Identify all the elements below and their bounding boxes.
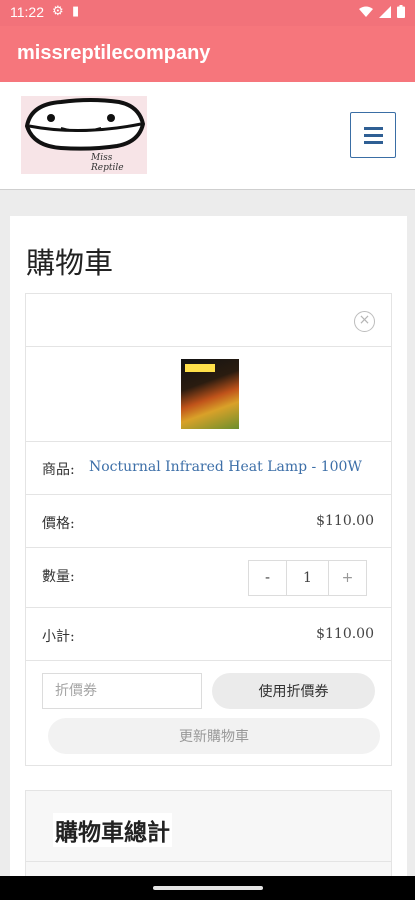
price-label: 價格:: [42, 516, 75, 532]
actions-row: 使用折價券 更新購物車: [26, 661, 391, 766]
status-time: 11:22: [10, 4, 44, 20]
page-title: 購物車: [26, 246, 114, 280]
update-cart-button[interactable]: 更新購物車: [48, 718, 380, 754]
price-value: $110.00: [316, 513, 374, 529]
menu-icon: [364, 134, 383, 137]
product-row: 商品: Nocturnal Infrared Heat Lamp - 100W: [26, 442, 391, 495]
quantity-row: 數量: - 1 +: [26, 548, 391, 608]
home-gesture-handle[interactable]: [153, 886, 263, 890]
subtotal-row: 小計: $110.00: [26, 608, 391, 661]
quantity-decrease-button[interactable]: -: [249, 561, 287, 595]
quantity-stepper: - 1 +: [248, 560, 367, 596]
quantity-increase-button[interactable]: +: [329, 561, 366, 595]
product-thumbnail[interactable]: [181, 359, 239, 429]
cart-totals-title: 購物車總計: [53, 813, 172, 847]
menu-button[interactable]: [350, 112, 396, 158]
app-bar: missreptilecompany: [0, 26, 415, 82]
apply-coupon-button[interactable]: 使用折價券: [212, 673, 375, 709]
wifi-icon: [359, 6, 373, 17]
site-logo[interactable]: Miss Reptile: [21, 96, 147, 174]
cart-card: 購物車 × 商品: Nocturnal Infrared Heat Lamp -…: [10, 216, 407, 886]
quantity-label: 數量:: [42, 569, 75, 585]
settings-status-icon: ⚙: [52, 4, 64, 19]
battery-icon: [397, 5, 405, 18]
quantity-input[interactable]: 1: [287, 561, 329, 595]
logo-signature: Miss Reptile: [91, 153, 124, 173]
cart-totals: 購物車總計: [25, 790, 392, 886]
signal-icon: [379, 5, 391, 18]
product-link[interactable]: Nocturnal Infrared Heat Lamp - 100W: [89, 459, 362, 475]
remove-item-icon[interactable]: ×: [354, 311, 375, 332]
thumbnail-row: [26, 347, 391, 442]
site-header: Miss Reptile: [0, 82, 415, 190]
remove-row: ×: [26, 294, 391, 347]
navigation-bar: [0, 876, 415, 900]
status-bar: 11:22 ⚙ ▮: [0, 0, 415, 26]
app-title: missreptilecompany: [17, 42, 211, 64]
storage-status-icon: ▮: [72, 4, 80, 19]
price-row: 價格: $110.00: [26, 495, 391, 548]
cart-table: × 商品: Nocturnal Infrared Heat Lamp - 100…: [25, 293, 392, 766]
divider: [26, 861, 391, 862]
subtotal-value: $110.00: [316, 626, 374, 642]
subtotal-label: 小計:: [42, 629, 75, 645]
product-label: 商品:: [42, 462, 75, 478]
menu-icon: [364, 141, 383, 144]
menu-icon: [364, 127, 383, 130]
coupon-input[interactable]: [42, 673, 202, 709]
